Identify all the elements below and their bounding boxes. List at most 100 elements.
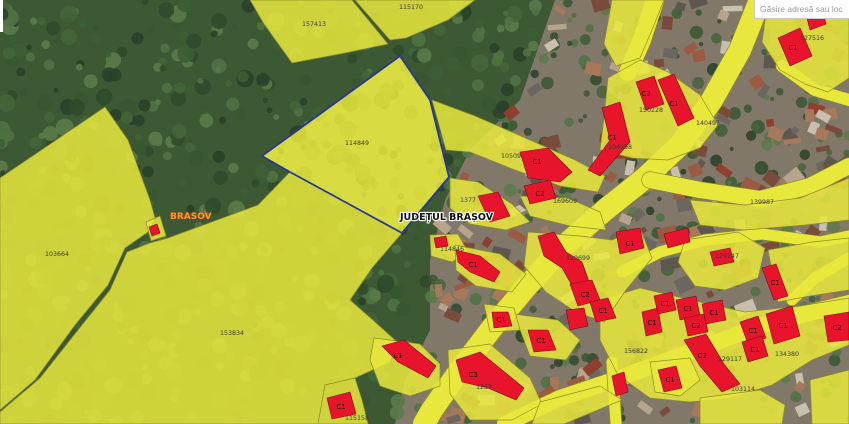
tree-canopy (481, 96, 497, 112)
tree-canopy (199, 113, 214, 128)
parcel-number-label: 10509 (501, 153, 521, 160)
building-label: C3 (468, 371, 477, 379)
tree-canopy (131, 32, 144, 45)
tree-canopy (273, 114, 280, 120)
tree-canopy (489, 43, 500, 54)
tree-canopy (63, 17, 72, 26)
parcel-number-label: 150228 (639, 107, 663, 114)
parcel-number-label: 134380 (775, 351, 799, 358)
garden-tree (523, 127, 532, 136)
garden-tree (776, 87, 784, 96)
building-label: C1 (665, 376, 674, 384)
tree-canopy (101, 67, 117, 83)
garden-tree (799, 149, 810, 160)
tree-canopy (396, 302, 411, 317)
parcel-number-label: 140497 (696, 120, 720, 127)
roof (653, 58, 665, 68)
tree-canopy (46, 21, 61, 36)
tree-canopy (251, 179, 260, 188)
building-label: C1 (709, 309, 718, 317)
tree-canopy (104, 51, 112, 58)
tree-canopy (155, 99, 161, 105)
tree-canopy (289, 100, 300, 111)
building-label: C1 (748, 327, 757, 335)
tree-canopy (165, 137, 172, 144)
tree-canopy (500, 83, 514, 96)
tree-canopy (393, 44, 405, 56)
parcel-number-label: 103114 (731, 386, 755, 393)
tree-canopy (53, 87, 59, 93)
parcel-number-label: 114849 (345, 140, 369, 147)
tree-canopy (351, 78, 360, 86)
building-polygon[interactable] (565, 307, 589, 331)
parcel-number-label: 169609 (553, 198, 577, 205)
parcel-number-label: 104598 (608, 144, 632, 151)
parcel-number-label: 127516 (800, 35, 824, 42)
parcel-number-label: 156822 (624, 348, 648, 355)
parcel-number-label: 153834 (220, 330, 244, 337)
tree-canopy (226, 97, 240, 111)
garden-tree (750, 286, 761, 297)
tree-canopy (235, 109, 246, 121)
tree-canopy (215, 66, 221, 73)
tree-canopy (78, 19, 87, 28)
search-input[interactable] (754, 0, 849, 19)
tree-canopy (83, 74, 98, 89)
building-label: C1 (496, 316, 505, 324)
tree-canopy (29, 17, 38, 25)
parcel-number-label: 115170 (399, 4, 423, 11)
garden-tree (729, 146, 734, 151)
building-label: C2 (832, 324, 841, 332)
tree-canopy (25, 52, 35, 62)
tree-canopy (43, 59, 55, 71)
tree-canopy (219, 116, 227, 124)
tree-canopy (347, 53, 358, 64)
garden-tree (530, 69, 539, 79)
tree-canopy (531, 8, 540, 16)
tree-canopy (160, 43, 170, 53)
tree-canopy (378, 269, 385, 276)
garden-tree (645, 206, 655, 216)
tree-canopy (2, 47, 15, 60)
tree-canopy (453, 158, 462, 167)
tree-canopy (475, 21, 484, 29)
garden-tree (517, 189, 522, 194)
parcel-number-label: 157413 (302, 21, 326, 28)
tree-canopy (135, 134, 142, 141)
garden-tree (727, 180, 732, 185)
tree-canopy (188, 150, 204, 166)
tree-canopy (428, 65, 444, 81)
tree-canopy (228, 162, 239, 174)
garden-tree (692, 76, 705, 89)
building-label: C1 (669, 100, 678, 108)
tree-canopy (240, 188, 249, 197)
tree-canopy (95, 88, 113, 106)
map-control[interactable] (0, 0, 3, 32)
tree-canopy (389, 405, 405, 420)
building-label: C2 (580, 291, 589, 299)
garden-tree (541, 76, 554, 90)
building-label: C1 (660, 300, 669, 308)
map-svg[interactable]: 157413 115170 114849 103664 153834 11515… (0, 0, 849, 424)
tree-canopy (227, 207, 235, 215)
roof (434, 283, 444, 298)
building-label: C1 (778, 322, 787, 330)
building-label: C1 (336, 403, 345, 411)
garden-tree (655, 213, 665, 223)
garden-tree (583, 90, 590, 97)
tree-canopy (509, 75, 521, 86)
building-label: C1 (647, 319, 656, 327)
garden-tree (689, 25, 704, 39)
building-label: C1 (683, 305, 692, 313)
garden-tree (582, 114, 588, 119)
roof (722, 5, 743, 12)
tree-canopy (37, 16, 46, 25)
garden-tree (503, 184, 517, 197)
garden-tree (761, 139, 773, 151)
map-canvas[interactable]: 157413 115170 114849 103664 153834 11515… (0, 0, 849, 424)
garden-tree (567, 17, 573, 23)
building-label: C1 (598, 307, 607, 315)
garden-tree (550, 364, 555, 369)
tree-canopy (75, 63, 83, 71)
garden-tree (743, 104, 752, 113)
